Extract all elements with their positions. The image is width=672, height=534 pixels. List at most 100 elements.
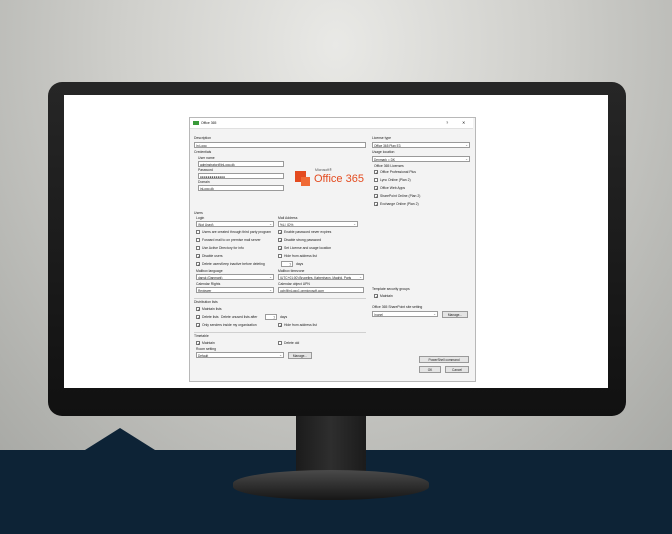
disable-users-checkbox[interactable] [196,254,201,259]
delete-lists-label: Delete lists [202,314,219,319]
keep-inactive-label: Keep inactive before deleting [221,261,265,266]
credentials-label: Credentials [194,150,212,154]
template-maintain-label: Maintain [380,293,393,298]
mailbox-timezone-label: Mailbox timezone [278,269,305,273]
hide-address-lists-label: Hide from address list [284,322,317,327]
description-label: Description [194,136,211,140]
delete-unused-label: Delete unused lists after [221,314,258,319]
active-directory-label: Use Active Directory for info [202,245,244,250]
office365-dialog: Office 365 ? ✕ Description In:Logo Crede… [189,117,476,382]
sharepoint-manage-button[interactable]: Manage... [442,310,468,318]
timetable-maintain-label: Maintain [202,340,215,345]
timetable-maintain-checkbox[interactable] [196,341,201,346]
users-created-label: Users are created through third party pr… [202,229,271,234]
distribution-label: Distribution lists [194,300,218,304]
mailbox-timezone-select[interactable]: (UTC+01:00) Bruxelles, København, Madrid… [278,274,364,280]
username-label: User name [198,156,215,160]
separator [194,332,366,333]
monitor-stand [233,470,429,500]
lic-pro-plus-label: Office Professional Plus [380,169,416,174]
lic-sharepoint-label: SharePoint Online (Plan 2) [380,193,421,198]
logo-brand-small: Microsoft® [315,168,332,172]
domain-input[interactable]: inLogo.dk [198,185,284,191]
help-button[interactable]: ? [446,121,448,125]
powershell-button[interactable]: PowerShell command [419,356,469,363]
lic-exchange-label: Exchange Online (Plan 2) [380,201,419,206]
monitor-neck [296,416,366,474]
password-label: Password [198,168,213,172]
licenses-label: Office 365 Licenses [374,164,404,168]
delete-users-checkbox[interactable] [196,262,201,267]
login-label: Login [196,216,205,220]
room-setting-label: Room setting [196,347,216,351]
keep-inactive-days: days [296,261,304,266]
keep-inactive-stepper[interactable]: 7 [281,261,293,267]
close-button[interactable]: ✕ [462,121,465,125]
hide-address-label: Hide from address list [284,253,317,258]
template-groups-label: Template security groups [372,287,410,291]
strong-password-label: Disable strong password [284,237,322,242]
only-senders-label: Only senders inside my organization [202,322,257,327]
calendar-rights-select[interactable]: Reviewer [196,287,274,293]
separator [194,298,366,299]
mailbox-language-label: Mailbox language [196,269,223,273]
delete-old-label: Delete old [284,340,300,345]
maintain-lists-checkbox[interactable] [196,307,201,312]
room-setting-select[interactable]: Default [196,352,284,358]
timetable-label: Timetable [194,334,209,338]
license-type-label: License type [372,136,392,140]
delete-old-checkbox[interactable] [278,341,282,345]
cancel-button[interactable]: Cancel [445,366,469,373]
forward-mail-label: Forward mail to on premise mail server [202,237,261,242]
delete-lists-checkbox[interactable] [196,315,201,320]
room-manage-button[interactable]: Manage... [288,351,312,359]
mail-address-label: Mail Address [278,216,298,220]
usage-location-label: Usage location [372,150,395,154]
calendar-upn-input[interactable]: uch@inLogo1.onmicrosoft.com [278,287,364,293]
forward-mail-checkbox[interactable] [196,238,200,242]
sharepoint-site-select[interactable]: (none) [372,311,438,317]
set-license-label: Set License and usage location [284,245,332,250]
set-license-checkbox[interactable] [278,246,283,251]
strong-password-checkbox[interactable] [278,238,283,243]
users-label: Users [194,211,203,215]
sharepoint-site-label: Office 365 SharePoint site setting [372,305,423,309]
lic-lync-checkbox[interactable] [374,178,378,182]
lic-sharepoint-checkbox[interactable] [374,194,379,199]
office365-logo: Microsoft® Office 365 [295,166,365,192]
ok-button[interactable]: OK [419,366,441,373]
password-expires-checkbox[interactable] [278,230,283,235]
lic-lync-label: Lync Online (Plan 2) [380,177,411,182]
hide-address-lists-checkbox[interactable] [278,323,283,328]
only-senders-checkbox[interactable] [196,323,201,328]
delete-unused-days: days [280,314,288,319]
delete-unused-stepper[interactable]: 7 [265,314,277,320]
disable-users-label: Disable users [202,253,223,258]
template-maintain-checkbox[interactable] [374,294,379,299]
floor-triangle [85,428,155,450]
lic-pro-plus-checkbox[interactable] [374,170,379,175]
lic-exchange-checkbox[interactable] [374,202,379,207]
description-input[interactable]: In:Logo [194,142,366,148]
password-input[interactable]: ●●●●●●●●●●●●● [198,173,284,179]
login-select[interactable]: (Not Used) [196,221,274,227]
password-expires-label: Enable password never expires [284,229,332,234]
delete-users-label: Delete users [202,261,222,266]
logo-brand-big: Office 365 [314,173,364,185]
mailbox-language-select[interactable]: dansk (Danmark) [196,274,274,280]
dialog-title: Office 365 [201,120,217,125]
active-directory-checkbox[interactable] [196,246,200,250]
license-type-select[interactable]: Office 365 Plan E3 [372,142,470,148]
mail-address-select[interactable]: %LI_ID% [278,221,358,227]
calendar-rights-label: Calendar Rights [196,282,221,286]
hide-address-checkbox[interactable] [278,254,282,258]
usage-location-select[interactable]: Denmark = DK [372,156,470,162]
maintain-lists-label: Maintain lists [202,306,222,311]
lic-web-apps-label: Office Web Apps [380,185,406,190]
calendar-upn-label: Calendar object UPN [278,282,310,286]
username-input[interactable]: adminstrator@inLogo.dk [198,161,284,167]
lic-web-apps-checkbox[interactable] [374,186,379,191]
app-icon [193,121,199,125]
users-created-checkbox[interactable] [196,230,200,234]
dialog-titlebar[interactable]: Office 365 ? ✕ [190,118,473,129]
